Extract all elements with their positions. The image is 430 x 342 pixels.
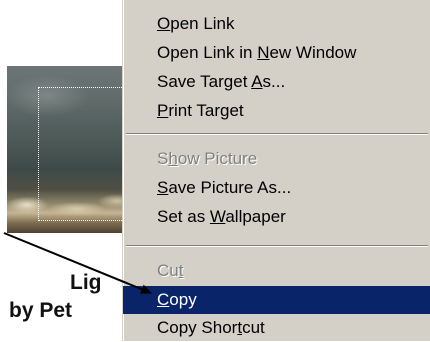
- callout-arrow-icon: [3, 232, 152, 294]
